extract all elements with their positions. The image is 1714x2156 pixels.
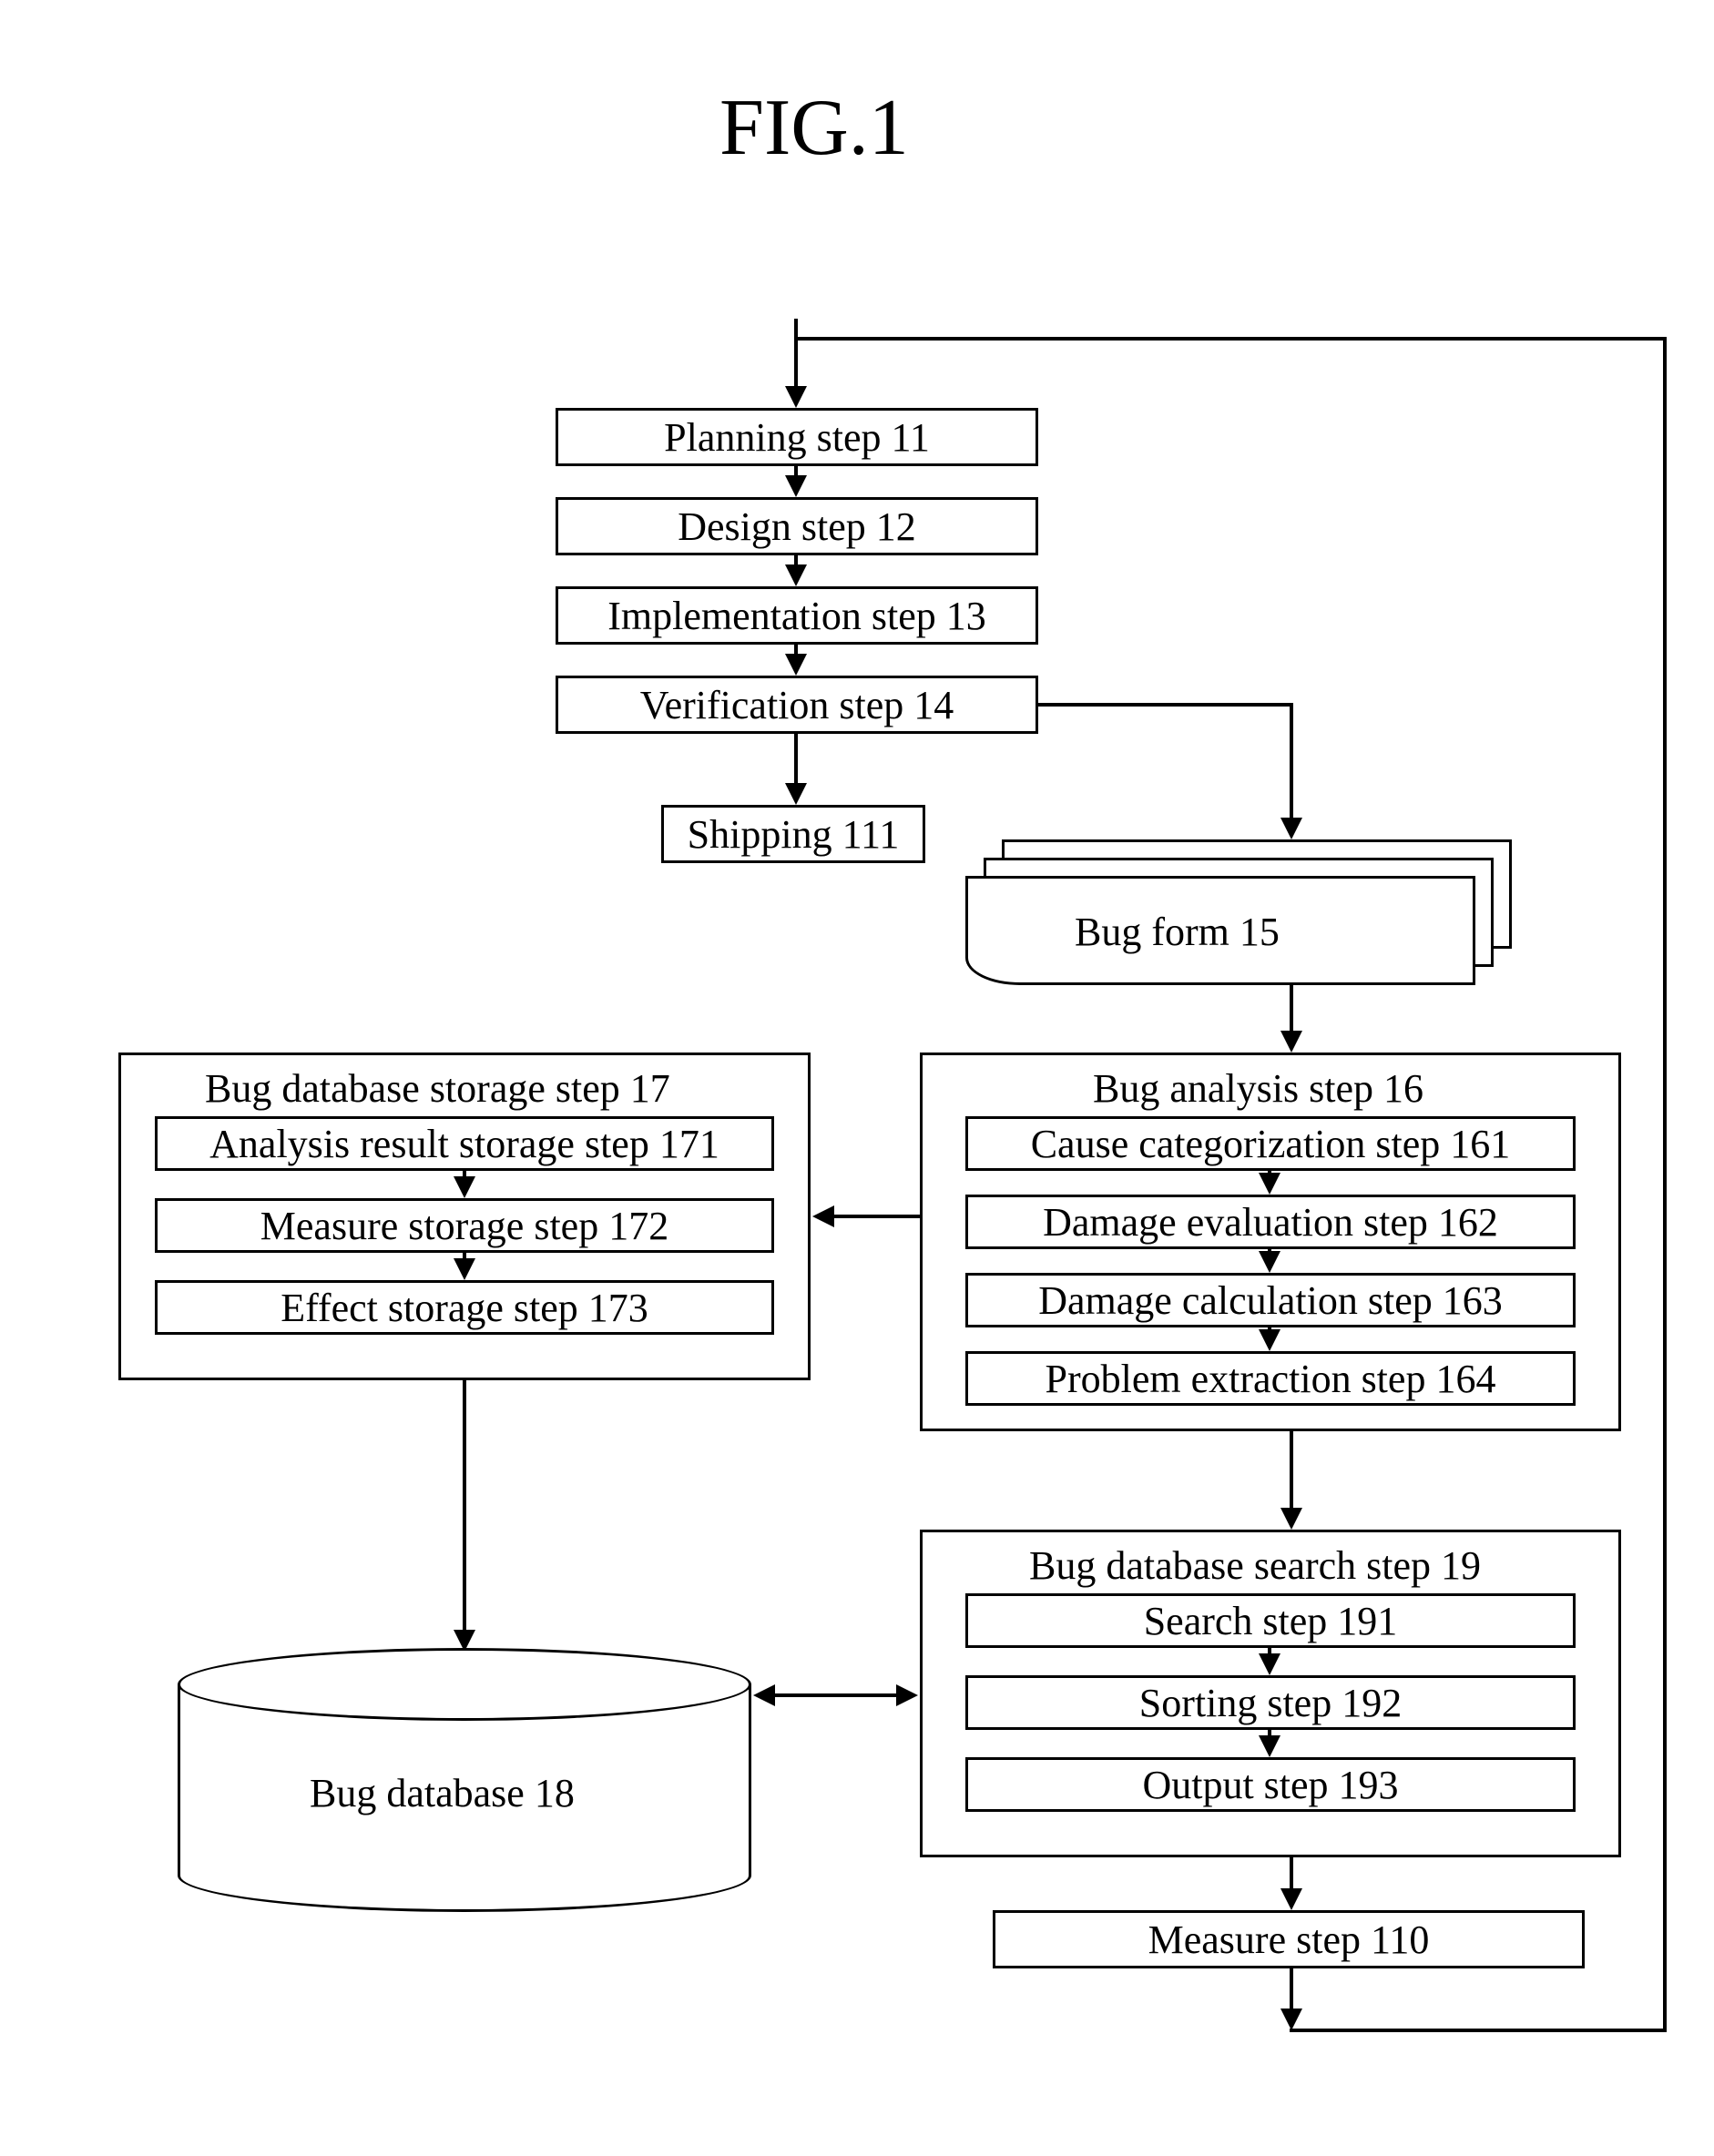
group17-title: Bug database storage step 17 bbox=[205, 1065, 670, 1112]
ah163-164 bbox=[1259, 1329, 1280, 1351]
box-verification: Verification step 14 bbox=[556, 676, 1038, 734]
conn-17-18 bbox=[463, 1380, 466, 1635]
ah-12-13 bbox=[785, 564, 807, 586]
conn-16-19 bbox=[1290, 1431, 1293, 1513]
ah-fb-down bbox=[1280, 2009, 1302, 2030]
box-172: Measure storage step 172 bbox=[155, 1198, 774, 1253]
ah-16-17 bbox=[812, 1205, 834, 1227]
group16-title: Bug analysis step 16 bbox=[1093, 1065, 1423, 1112]
conn-14-111 bbox=[794, 734, 798, 788]
box-implementation: Implementation step 13 bbox=[556, 586, 1038, 645]
box-planning: Planning step 11 bbox=[556, 408, 1038, 466]
ah-15-16 bbox=[1280, 1031, 1302, 1053]
ah-18-to-19 bbox=[896, 1684, 918, 1706]
ah-19-110 bbox=[1280, 1888, 1302, 1910]
conn-18-19 bbox=[773, 1693, 898, 1697]
ah-13-14 bbox=[785, 654, 807, 676]
group19-title: Bug database search step 19 bbox=[1029, 1542, 1481, 1589]
box-design: Design step 12 bbox=[556, 497, 1038, 555]
ah-16-19 bbox=[1280, 1508, 1302, 1530]
fb-bottom bbox=[1290, 2029, 1667, 2032]
conn-14-right bbox=[1038, 703, 1293, 707]
db-label: Bug database 18 bbox=[310, 1770, 575, 1816]
ah-14-111 bbox=[785, 783, 807, 805]
ah-to-15 bbox=[1280, 818, 1302, 839]
box-173: Effect storage step 173 bbox=[155, 1280, 774, 1335]
box-162: Damage evaluation step 162 bbox=[965, 1195, 1576, 1249]
doc-label: Bug form 15 bbox=[1075, 909, 1280, 955]
box-163: Damage calculation step 163 bbox=[965, 1273, 1576, 1327]
conn-16-17 bbox=[832, 1215, 920, 1218]
box-192: Sorting step 192 bbox=[965, 1675, 1576, 1730]
ah192-193 bbox=[1259, 1735, 1280, 1757]
diagram-canvas: FIG.1 Planning step 11 Design step 12 Im… bbox=[0, 0, 1714, 2156]
figure-title: FIG.1 bbox=[719, 82, 909, 174]
fb-down bbox=[1290, 1968, 1293, 2014]
ah161-162 bbox=[1259, 1173, 1280, 1195]
arrowhead-entry bbox=[785, 386, 807, 408]
arrow-entry-vert bbox=[794, 319, 798, 392]
box-164: Problem extraction step 164 bbox=[965, 1351, 1576, 1406]
box-161: Cause categorization step 161 bbox=[965, 1116, 1576, 1171]
box-171: Analysis result storage step 171 bbox=[155, 1116, 774, 1171]
box-193: Output step 193 bbox=[965, 1757, 1576, 1812]
conn-15-16 bbox=[1290, 985, 1293, 1036]
ah172-173 bbox=[454, 1258, 475, 1280]
box-191: Search step 191 bbox=[965, 1593, 1576, 1648]
db-cylinder-top bbox=[178, 1648, 751, 1721]
ah-11-12 bbox=[785, 475, 807, 497]
conn-14-down-to-15 bbox=[1290, 703, 1293, 823]
ah162-163 bbox=[1259, 1251, 1280, 1273]
fb-top bbox=[798, 337, 1667, 341]
box-measure: Measure step 110 bbox=[993, 1910, 1585, 1968]
ah191-192 bbox=[1259, 1653, 1280, 1675]
fb-right-vert bbox=[1663, 337, 1667, 2032]
ah171-172 bbox=[454, 1176, 475, 1198]
box-shipping: Shipping 111 bbox=[661, 805, 925, 863]
ah-19-to-18 bbox=[753, 1684, 775, 1706]
